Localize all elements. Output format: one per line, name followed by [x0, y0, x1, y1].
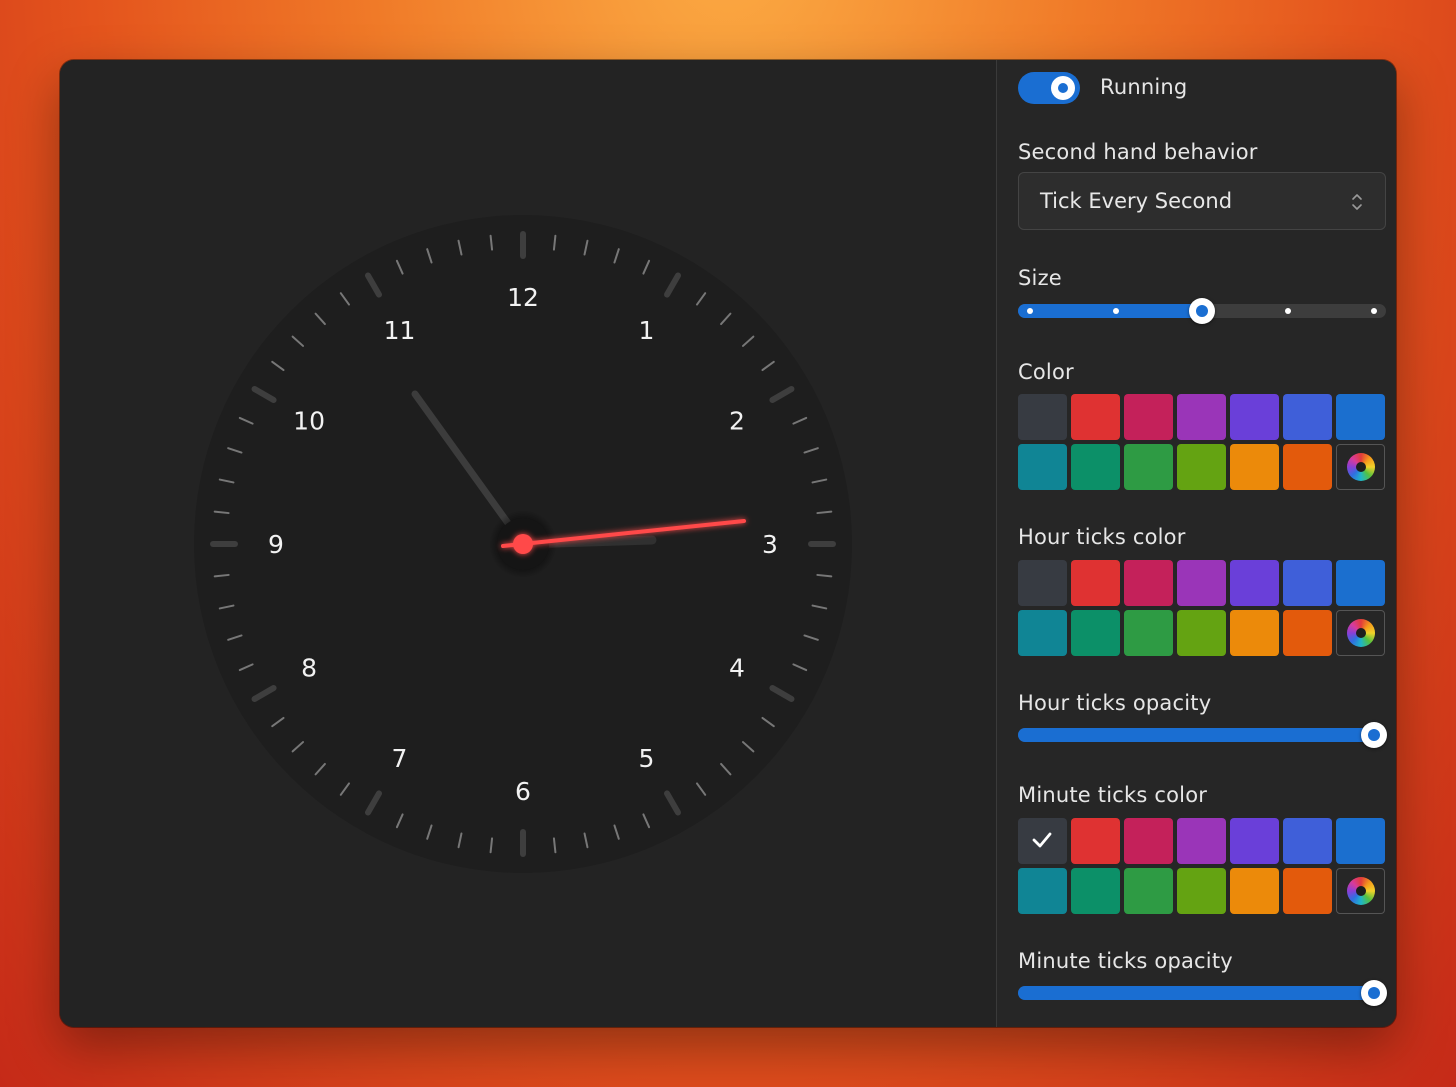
slider-stop-dot	[1371, 308, 1377, 314]
swatch-green[interactable]	[1071, 610, 1120, 656]
hour-ticks-opacity-label: Hour ticks opacity	[1018, 691, 1212, 715]
clock-numeral: 2	[729, 407, 745, 436]
color-wheel-icon	[1347, 877, 1375, 905]
clock-numeral: 3	[762, 530, 778, 559]
swatch-blue[interactable]	[1336, 560, 1385, 606]
running-toggle[interactable]	[1018, 72, 1080, 104]
settings-sidebar: Running Second hand behavior Tick Every …	[996, 60, 1396, 1027]
slider-stop-dot	[1027, 308, 1033, 314]
color-wheel-icon	[1347, 619, 1375, 647]
clock-numeral: 7	[392, 744, 408, 773]
running-label: Running	[1100, 75, 1188, 99]
swatch-teal[interactable]	[1018, 868, 1067, 914]
hour-ticks-color-label: Hour ticks color	[1018, 525, 1186, 549]
swatch-lime[interactable]	[1177, 610, 1226, 656]
second-hand-behavior-select[interactable]: Tick Every Second	[1018, 172, 1386, 230]
slider-stop-dot	[1285, 308, 1291, 314]
swatch-crimson[interactable]	[1124, 560, 1173, 606]
swatch-amber[interactable]	[1230, 610, 1279, 656]
swatch-indigo[interactable]	[1283, 394, 1332, 440]
color-swatches	[1018, 394, 1388, 490]
slider-thumb[interactable]	[1189, 298, 1215, 324]
hour-ticks-opacity-slider[interactable]	[1018, 722, 1387, 748]
app-window: 12 1 2 3 4 5 6 7 8 9 10 11 Running Second hand beha…	[60, 60, 1396, 1027]
clock-numeral: 6	[515, 777, 531, 806]
swatch-violet[interactable]	[1230, 560, 1279, 606]
hour-ticks-color-swatches	[1018, 560, 1388, 656]
swatch-indigo[interactable]	[1283, 560, 1332, 606]
swatch-crimson[interactable]	[1124, 818, 1173, 864]
swatch-purple[interactable]	[1177, 394, 1226, 440]
swatch-orange[interactable]	[1283, 868, 1332, 914]
swatch-red[interactable]	[1071, 818, 1120, 864]
clock-numeral: 12	[507, 283, 539, 312]
swatch-violet[interactable]	[1230, 818, 1279, 864]
clock-canvas: 12 1 2 3 4 5 6 7 8 9 10 11	[60, 60, 996, 1027]
size-slider[interactable]	[1018, 298, 1386, 324]
slider-thumb[interactable]	[1361, 722, 1387, 748]
slider-fill	[1018, 304, 1202, 318]
swatch-red[interactable]	[1071, 560, 1120, 606]
swatch-teal[interactable]	[1018, 610, 1067, 656]
color-picker-button[interactable]	[1336, 444, 1385, 490]
swatch-amber[interactable]	[1230, 868, 1279, 914]
clock-numeral: 11	[384, 316, 416, 345]
color-picker-button[interactable]	[1336, 868, 1385, 914]
slider-fill	[1018, 728, 1386, 742]
size-label: Size	[1018, 266, 1062, 290]
swatch-emerald[interactable]	[1124, 610, 1173, 656]
chevron-up-down-icon	[1352, 194, 1362, 210]
swatch-green[interactable]	[1071, 868, 1120, 914]
swatch-amber[interactable]	[1230, 444, 1279, 490]
swatch-emerald[interactable]	[1124, 444, 1173, 490]
select-value: Tick Every Second	[1040, 189, 1233, 213]
clock-numeral: 8	[301, 654, 317, 683]
swatch-blue[interactable]	[1336, 394, 1385, 440]
swatch-indigo[interactable]	[1283, 818, 1332, 864]
swatch-lime[interactable]	[1177, 444, 1226, 490]
slider-thumb[interactable]	[1361, 980, 1387, 1006]
swatch-violet[interactable]	[1230, 394, 1279, 440]
clock-numeral: 9	[268, 530, 284, 559]
minute-ticks-color-swatches	[1018, 818, 1388, 914]
swatch-crimson[interactable]	[1124, 394, 1173, 440]
clock-numeral: 4	[729, 654, 745, 683]
second-hand-behavior-label: Second hand behavior	[1018, 140, 1258, 164]
swatch-graphite[interactable]	[1018, 818, 1067, 864]
swatch-graphite[interactable]	[1018, 560, 1067, 606]
swatch-orange[interactable]	[1283, 444, 1332, 490]
swatch-teal[interactable]	[1018, 444, 1067, 490]
minute-ticks-opacity-label: Minute ticks opacity	[1018, 949, 1233, 973]
swatch-lime[interactable]	[1177, 868, 1226, 914]
color-wheel-icon	[1347, 453, 1375, 481]
swatch-blue[interactable]	[1336, 818, 1385, 864]
clock-numeral: 1	[639, 316, 655, 345]
toggle-knob	[1051, 76, 1075, 100]
clock-numeral: 10	[293, 407, 325, 436]
swatch-emerald[interactable]	[1124, 868, 1173, 914]
color-picker-button[interactable]	[1336, 610, 1385, 656]
swatch-orange[interactable]	[1283, 610, 1332, 656]
swatch-purple[interactable]	[1177, 560, 1226, 606]
swatch-purple[interactable]	[1177, 818, 1226, 864]
clock-numeral: 5	[639, 744, 655, 773]
checkmark-icon	[1032, 832, 1052, 848]
swatch-graphite[interactable]	[1018, 394, 1067, 440]
analog-clock: 121234567891011	[194, 215, 852, 873]
swatch-red[interactable]	[1071, 394, 1120, 440]
color-label: Color	[1018, 360, 1074, 384]
minute-ticks-color-label: Minute ticks color	[1018, 783, 1208, 807]
minute-ticks-opacity-slider[interactable]	[1018, 980, 1387, 1006]
swatch-green[interactable]	[1071, 444, 1120, 490]
slider-stop-dot	[1113, 308, 1119, 314]
slider-fill	[1018, 986, 1386, 1000]
